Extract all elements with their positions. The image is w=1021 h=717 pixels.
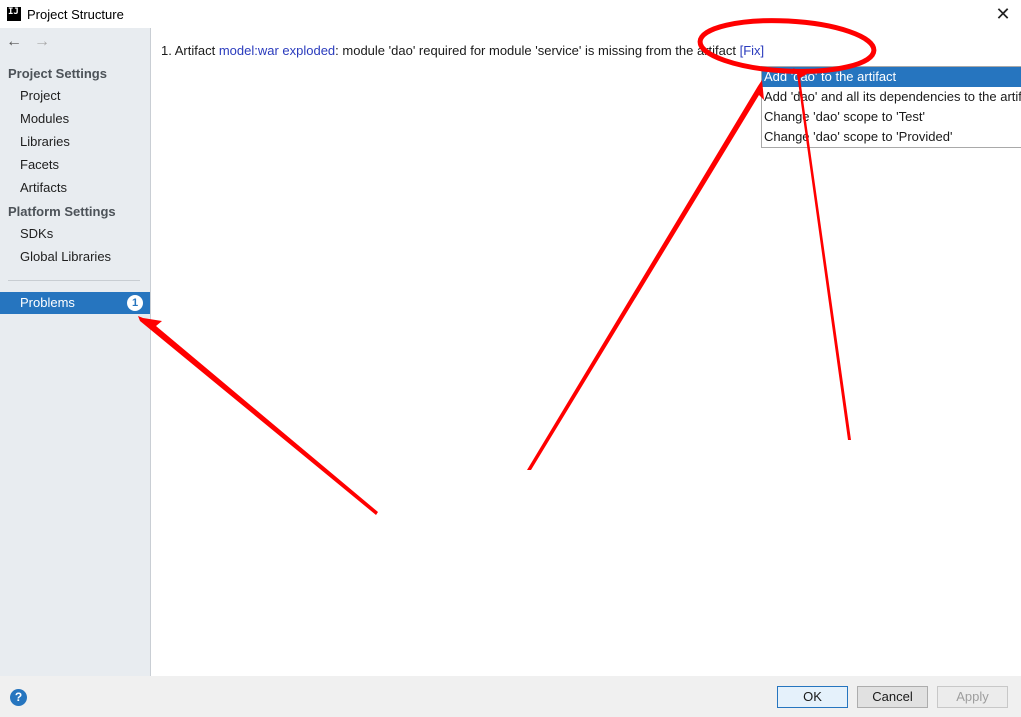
window-title: Project Structure xyxy=(27,6,124,22)
project-settings-header: Project Settings xyxy=(8,66,107,81)
sidebar-item-global-libraries[interactable]: Global Libraries xyxy=(0,246,150,268)
sidebar-item-problems[interactable]: Problems 1 xyxy=(0,292,150,314)
project-structure-window: IJ Project Structure ✕ ← → Project Setti… xyxy=(0,0,1021,717)
close-button[interactable]: ✕ xyxy=(991,2,1015,26)
close-icon: ✕ xyxy=(995,3,1011,24)
ok-button[interactable]: OK xyxy=(777,686,848,708)
popup-item-scope-test[interactable]: Change 'dao' scope to 'Test' xyxy=(762,107,1021,127)
problem-prefix: 1. Artifact xyxy=(161,43,219,58)
sidebar-item-sdks[interactable]: SDKs xyxy=(0,223,150,245)
sidebar-item-facets[interactable]: Facets xyxy=(0,154,150,176)
navigation-arrows: ← → xyxy=(6,34,50,50)
sidebar-item-libraries[interactable]: Libraries xyxy=(0,131,150,153)
artifact-link[interactable]: model:war exploded xyxy=(219,43,335,58)
title-bar: IJ Project Structure ✕ xyxy=(0,0,1021,28)
problem-text: : module 'dao' required for module 'serv… xyxy=(335,43,740,58)
problems-count-badge: 1 xyxy=(127,295,143,311)
sidebar-divider xyxy=(8,280,140,281)
forward-arrow-icon[interactable]: → xyxy=(34,34,50,50)
help-icon[interactable]: ? xyxy=(10,689,27,706)
popup-item-add-dao[interactable]: Add 'dao' to the artifact xyxy=(762,67,1021,87)
fix-options-popup: Add 'dao' to the artifact Add 'dao' and … xyxy=(761,66,1021,148)
platform-settings-header: Platform Settings xyxy=(8,204,116,219)
sidebar-item-modules[interactable]: Modules xyxy=(0,108,150,130)
sidebar-item-project[interactable]: Project xyxy=(0,85,150,107)
apply-button[interactable]: Apply xyxy=(937,686,1008,708)
fix-link[interactable]: [Fix] xyxy=(740,43,765,58)
dialog-footer: ? OK Cancel Apply xyxy=(0,676,1021,717)
sidebar-item-label: Problems xyxy=(20,295,75,310)
popup-item-scope-provided[interactable]: Change 'dao' scope to 'Provided' xyxy=(762,127,1021,147)
popup-item-add-dao-with-dependencies[interactable]: Add 'dao' and all its dependencies to th… xyxy=(762,87,1021,107)
problem-message: 1. Artifact model:war exploded: module '… xyxy=(161,43,764,58)
cancel-button[interactable]: Cancel xyxy=(857,686,928,708)
sidebar: ← → Project Settings Project Modules Lib… xyxy=(0,28,151,676)
back-arrow-icon[interactable]: ← xyxy=(6,34,22,50)
intellij-logo-icon: IJ xyxy=(7,7,21,21)
sidebar-item-artifacts[interactable]: Artifacts xyxy=(0,177,150,199)
